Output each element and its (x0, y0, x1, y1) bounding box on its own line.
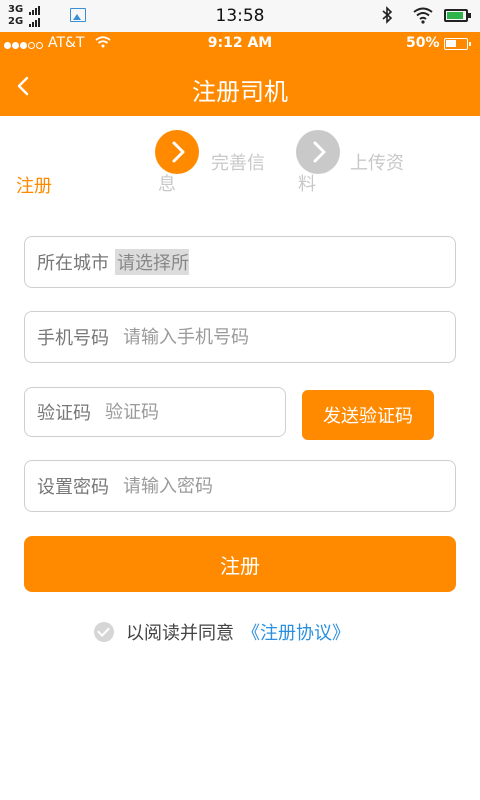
battery-percent: 50% (406, 35, 440, 51)
city-label: 所在城市 (37, 253, 109, 274)
agree-checkbox[interactable] (94, 622, 114, 642)
system-time: 13:58 (215, 6, 265, 26)
register-button[interactable]: 注册 (24, 536, 456, 592)
phone-field[interactable]: 手机号码 (24, 311, 456, 363)
agreement-row: 以阅读并同意 《注册协议》 (94, 620, 350, 644)
battery-icon (444, 9, 471, 22)
bluetooth-icon (380, 6, 394, 28)
wifi-icon (412, 6, 434, 28)
step-upload-docs-line1: 上传资 (350, 153, 404, 174)
password-field[interactable]: 设置密码 (24, 460, 456, 512)
ios-status-bar: AT&T 9:12 AM 50% (0, 32, 480, 56)
phone-label: 手机号码 (37, 328, 109, 349)
verification-code-input[interactable] (105, 401, 245, 423)
system-status-bar: 3G 2G 13:58 (0, 0, 480, 32)
agreement-text: 以阅读并同意 (126, 623, 234, 644)
city-select[interactable]: 请选择所 (115, 249, 189, 275)
verification-code-field[interactable]: 验证码 (24, 387, 286, 437)
agreement-link[interactable]: 《注册协议》 (242, 619, 350, 645)
send-code-button[interactable]: 发送验证码 (302, 390, 434, 440)
step-register: 注册 (16, 176, 52, 197)
step-complete-info-line1: 完善信 (211, 153, 265, 174)
password-label: 设置密码 (37, 477, 109, 498)
step-arrow-icon (155, 130, 199, 174)
battery-icon (444, 38, 471, 50)
city-field[interactable]: 所在城市 请选择所 (24, 236, 456, 288)
password-input[interactable] (123, 475, 313, 497)
step-arrow-icon (296, 130, 340, 174)
step-complete-info-line2: 息 (158, 174, 176, 195)
page-title: 注册司机 (192, 78, 288, 106)
step-upload-docs-line2: 料 (298, 174, 316, 195)
phone-input[interactable] (123, 326, 313, 348)
app-header: AT&T 9:12 AM 50% 注册司机 (0, 32, 480, 116)
verification-code-label: 验证码 (37, 403, 91, 424)
